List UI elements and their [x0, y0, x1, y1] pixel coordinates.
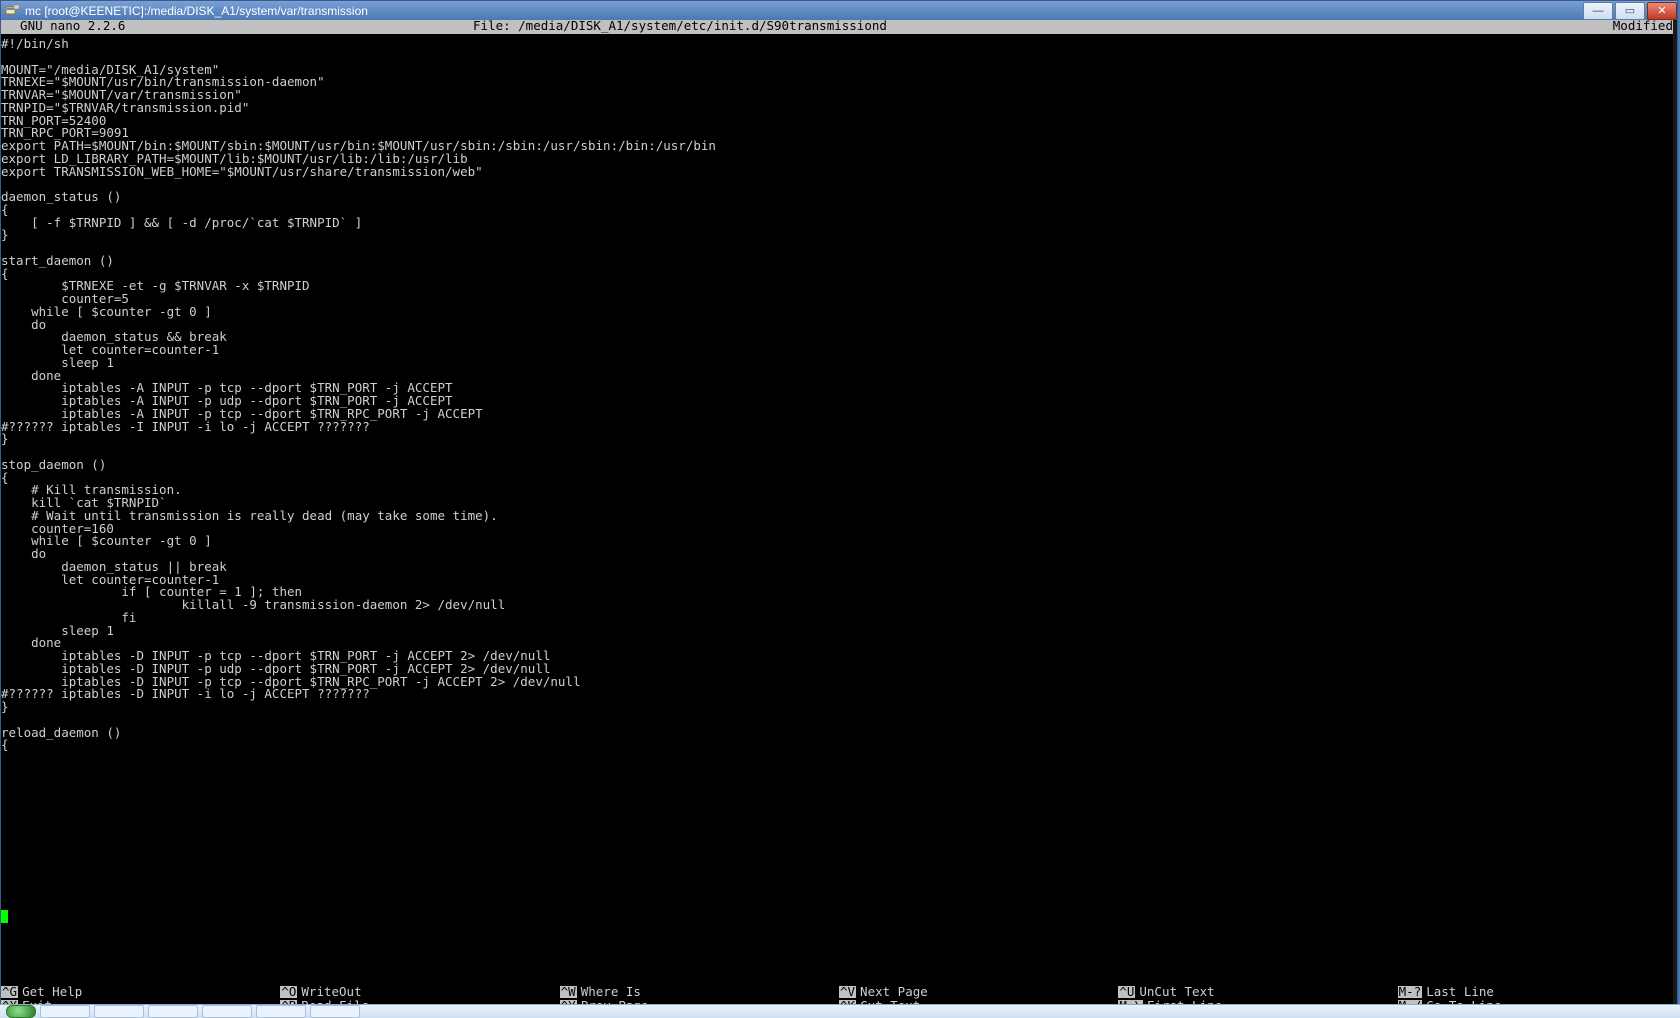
taskbar-item[interactable] [256, 1005, 306, 1018]
shortcut-writeout[interactable]: ^OWriteOut [280, 985, 559, 999]
shortcut-uncut-text[interactable]: ^UUnCut Text [1118, 985, 1397, 999]
putty-window: mc [root@KEENETIC]:/media/DISK_A1/system… [0, 0, 1678, 1014]
shortcut-next-page[interactable]: ^VNext Page [839, 985, 1118, 999]
putty-icon [5, 4, 19, 18]
taskbar[interactable] [0, 1004, 1680, 1018]
taskbar-item[interactable] [310, 1005, 360, 1018]
start-button[interactable] [6, 1005, 36, 1018]
taskbar-item[interactable] [202, 1005, 252, 1018]
minimize-button[interactable]: — [1583, 2, 1613, 20]
shortcut-last-line[interactable]: M-?Last Line [1398, 985, 1677, 999]
nano-modified-label: Modified [1559, 20, 1677, 34]
window-title: mc [root@KEENETIC]:/media/DISK_A1/system… [25, 4, 368, 18]
shortcut-row-1: ^GGet Help ^OWriteOut ^WWhere Is ^VNext … [1, 985, 1677, 999]
editor-content[interactable]: #!/bin/sh MOUNT="/media/DISK_A1/system" … [1, 34, 1677, 752]
close-button[interactable]: ✕ [1647, 2, 1677, 20]
cursor-line [1, 909, 8, 923]
terminal[interactable]: GNU nano 2.2.6 File: /media/DISK_A1/syst… [1, 20, 1677, 1013]
nano-header: GNU nano 2.2.6 File: /media/DISK_A1/syst… [1, 20, 1677, 34]
cursor [1, 910, 8, 923]
taskbar-item[interactable] [40, 1005, 90, 1018]
nano-app-label: GNU nano 2.2.6 [1, 20, 469, 34]
desktop: mc [root@KEENETIC]:/media/DISK_A1/system… [0, 0, 1680, 1018]
shortcut-where-is[interactable]: ^WWhere Is [560, 985, 839, 999]
maximize-button[interactable]: ▭ [1615, 2, 1645, 20]
nano-file-label: File: /media/DISK_A1/system/etc/init.d/S… [469, 20, 1559, 34]
terminal-scrollbar[interactable] [1673, 20, 1677, 1013]
shortcut-get-help[interactable]: ^GGet Help [1, 985, 280, 999]
taskbar-item[interactable] [148, 1005, 198, 1018]
taskbar-item[interactable] [94, 1005, 144, 1018]
window-titlebar[interactable]: mc [root@KEENETIC]:/media/DISK_A1/system… [1, 1, 1677, 20]
